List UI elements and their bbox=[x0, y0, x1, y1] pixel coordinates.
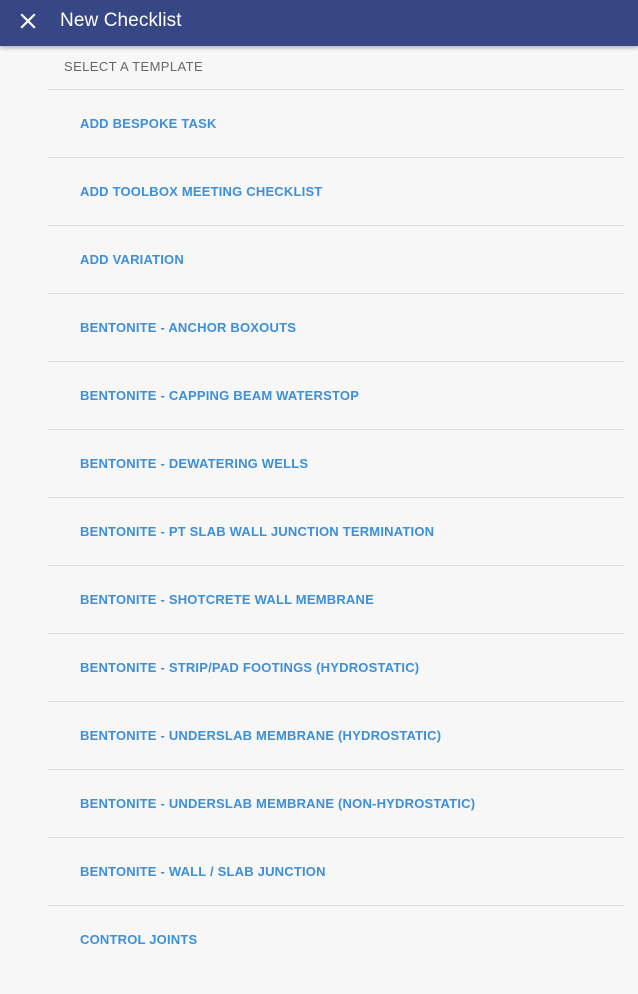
template-list-item[interactable]: BENTONITE - STRIP/PAD FOOTINGS (HYDROSTA… bbox=[48, 634, 624, 702]
page-title: New Checklist bbox=[60, 10, 182, 31]
close-button[interactable] bbox=[16, 9, 40, 33]
template-list-item[interactable]: ADD TOOLBOX MEETING CHECKLIST bbox=[48, 158, 624, 226]
template-list-item[interactable]: ADD VARIATION bbox=[48, 226, 624, 294]
close-icon bbox=[20, 13, 36, 29]
template-list-item[interactable]: ADD BESPOKE TASK bbox=[48, 90, 624, 158]
template-label: CONTROL JOINTS bbox=[80, 932, 198, 947]
template-label: BENTONITE - SHOTCRETE WALL MEMBRANE bbox=[80, 591, 374, 607]
template-list-item[interactable]: BENTONITE - DEWATERING WELLS bbox=[48, 430, 624, 498]
template-list-item[interactable]: BENTONITE - CAPPING BEAM WATERSTOP bbox=[48, 362, 624, 430]
template-list: ADD BESPOKE TASK ADD TOOLBOX MEETING CHEC… bbox=[48, 90, 624, 974]
template-label: BENTONITE - STRIP/PAD FOOTINGS (HYDROSTA… bbox=[80, 659, 420, 675]
template-list-item[interactable]: BENTONITE - ANCHOR BOXOUTS bbox=[48, 294, 624, 362]
template-list-item[interactable]: CONTROL JOINTS bbox=[48, 906, 624, 974]
template-label: BENTONITE - DEWATERING WELLS bbox=[80, 455, 309, 471]
template-list-item[interactable]: BENTONITE - PT SLAB WALL JUNCTION TERMIN… bbox=[48, 498, 624, 566]
new-checklist-screen: New Checklist SELECT A TEMPLATE ADD BESP… bbox=[0, 0, 638, 994]
template-label: ADD VARIATION bbox=[80, 251, 184, 267]
template-label: ADD BESPOKE TASK bbox=[80, 115, 217, 131]
template-list-item[interactable]: BENTONITE - UNDERSLAB MEMBRANE (NON-HYDR… bbox=[48, 770, 624, 838]
template-label: BENTONITE - WALL / SLAB JUNCTION bbox=[80, 863, 326, 879]
template-picker: SELECT A TEMPLATE ADD BESPOKE TASK ADD TO… bbox=[48, 46, 624, 974]
template-label: BENTONITE - UNDERSLAB MEMBRANE (NON-HYDR… bbox=[80, 795, 476, 811]
template-label: ADD TOOLBOX MEETING CHECKLIST bbox=[80, 183, 323, 199]
template-label: BENTONITE - CAPPING BEAM WATERSTOP bbox=[80, 387, 360, 403]
section-header: SELECT A TEMPLATE bbox=[48, 46, 624, 90]
template-label: BENTONITE - PT SLAB WALL JUNCTION TERMIN… bbox=[80, 523, 435, 539]
template-label: BENTONITE - UNDERSLAB MEMBRANE (HYDROSTA… bbox=[80, 727, 442, 743]
template-list-item[interactable]: BENTONITE - UNDERSLAB MEMBRANE (HYDROSTA… bbox=[48, 702, 624, 770]
app-bar: New Checklist bbox=[0, 0, 638, 46]
template-list-item[interactable]: BENTONITE - SHOTCRETE WALL MEMBRANE bbox=[48, 566, 624, 634]
template-label: BENTONITE - ANCHOR BOXOUTS bbox=[80, 319, 297, 335]
template-list-item[interactable]: BENTONITE - WALL / SLAB JUNCTION bbox=[48, 838, 624, 906]
